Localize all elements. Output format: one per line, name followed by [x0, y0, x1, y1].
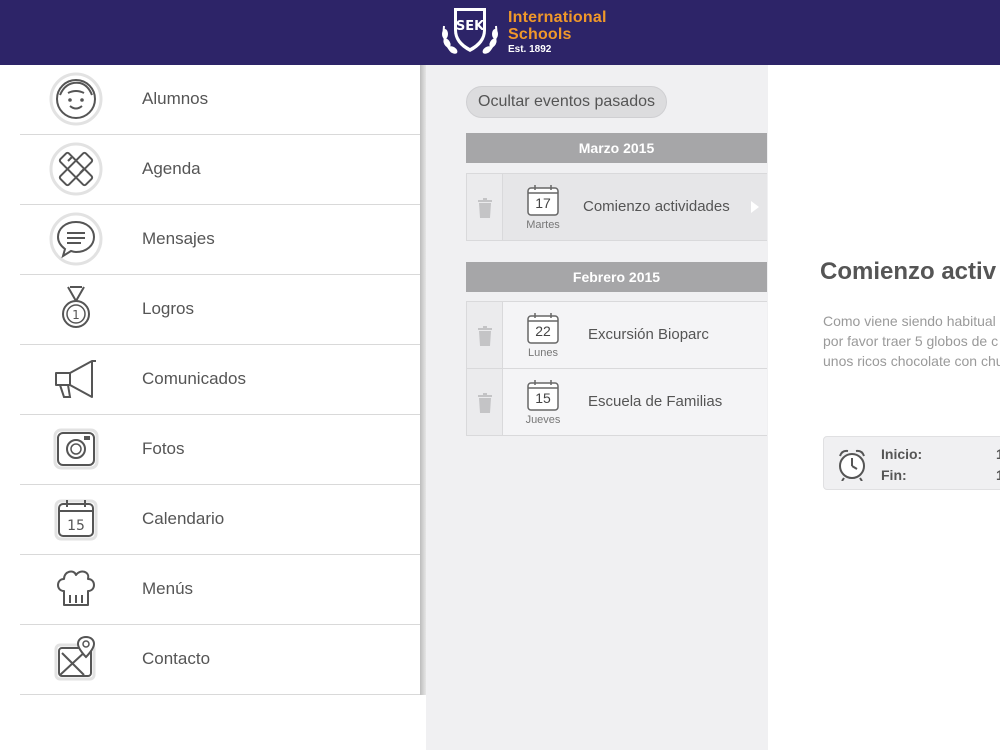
event-detail-title: Comienzo activ	[820, 258, 997, 285]
sidebar-item-agenda[interactable]: Agenda	[20, 135, 424, 205]
sidebar-item-label: Agenda	[142, 159, 201, 178]
sidebar-item-alumnos[interactable]: Alumnos	[20, 65, 424, 135]
trash-icon	[478, 393, 492, 413]
calendar-icon: 15	[54, 499, 98, 541]
sidebar-item-label: Alumnos	[142, 89, 209, 108]
month-header-marzo: Marzo 2015	[466, 133, 767, 163]
event-title: Comienzo actividades	[583, 198, 730, 215]
svg-text:SEK: SEK	[456, 19, 485, 34]
shield-laurel-icon: SEK	[442, 8, 498, 54]
description-line: unos ricos chocolate con chu	[823, 353, 1000, 369]
megaphone-icon	[55, 360, 96, 398]
sidebar-item-label: Contacto	[142, 649, 211, 668]
svg-text:15: 15	[67, 518, 85, 534]
event-time-box: Inicio: 1 Fin: 1	[823, 436, 1000, 490]
event-row-comienzo-actividades[interactable]: 17 Martes Comienzo actividades	[466, 173, 767, 241]
medal-icon: 1	[62, 286, 90, 328]
sidebar-item-label: Mensajes	[142, 229, 215, 248]
chevron-right-icon	[751, 201, 759, 213]
sidebar-item-label: Fotos	[142, 439, 185, 458]
event-weekday: Lunes	[528, 347, 558, 359]
event-row-excursion-bioparc[interactable]: 22 Lunes Excursión Bioparc	[466, 301, 767, 369]
chef-hat-icon	[57, 570, 95, 606]
event-detail-description: Como viene siendo habitual por favor tra…	[823, 311, 1000, 371]
hide-past-events-button[interactable]: Ocultar eventos pasados	[466, 86, 667, 118]
sidebar-item-label: Menús	[142, 579, 194, 598]
trash-icon	[478, 326, 492, 346]
event-day-number: 17	[535, 195, 551, 211]
description-line: Como viene siendo habitual	[823, 313, 996, 329]
sidebar-item-comunicados[interactable]: Comunicados	[20, 345, 424, 415]
end-label: Fin:	[881, 467, 907, 483]
sidebar-menu: Alumnos Agenda Mensajes 1 Logros Comunic…	[0, 65, 425, 750]
event-detail-pane: Comienzo activ Como viene siendo habitua…	[768, 65, 1000, 750]
sidebar-item-contacto[interactable]: Contacto	[20, 625, 424, 695]
description-line: por favor traer 5 globos de c	[823, 333, 999, 349]
logo-text-schools: Schools	[508, 26, 572, 43]
delete-cell[interactable]	[467, 174, 503, 240]
event-row-escuela-de-familias[interactable]: 15 Jueves Escuela de Familias	[466, 368, 767, 436]
sidebar-item-label: Logros	[142, 299, 194, 318]
events-list: Ocultar eventos pasados Marzo 2015 17 Ma…	[426, 65, 768, 750]
delete-cell[interactable]	[467, 302, 503, 368]
start-value: 1	[996, 446, 1000, 462]
sidebar-item-fotos[interactable]: Fotos	[20, 415, 424, 485]
event-title: Excursión Bioparc	[588, 326, 709, 343]
chat-bubble-icon	[49, 212, 103, 266]
student-face-icon	[49, 72, 103, 126]
event-day-number: 22	[535, 323, 551, 339]
sidebar-item-menus[interactable]: Menús	[20, 555, 424, 625]
sidebar-item-label: Calendario	[142, 509, 225, 528]
sidebar-item-label: Comunicados	[142, 369, 246, 388]
logo-text-international: International	[508, 9, 607, 26]
event-weekday: Jueves	[525, 414, 561, 426]
month-header-febrero: Febrero 2015	[466, 262, 767, 292]
sidebar-item-logros[interactable]: 1 Logros	[20, 275, 424, 345]
trash-icon	[478, 198, 492, 218]
camera-icon	[53, 428, 99, 470]
start-label: Inicio:	[881, 446, 923, 462]
pencil-ruler-icon	[49, 142, 103, 196]
map-pin-icon	[54, 635, 96, 681]
sidebar-item-calendario[interactable]: 15 Calendario	[20, 485, 424, 555]
sek-logo: SEK International Schools Est. 1892	[438, 4, 618, 62]
event-title: Escuela de Familias	[588, 393, 723, 410]
event-day-number: 15	[535, 390, 551, 406]
app-header: SEK International Schools Est. 1892	[0, 0, 1000, 65]
svg-text:1: 1	[72, 308, 80, 322]
event-weekday: Martes	[526, 219, 560, 231]
alarm-clock-icon	[839, 449, 865, 481]
logo-text-est: Est. 1892	[508, 44, 552, 55]
delete-cell[interactable]	[467, 369, 503, 435]
sidebar-item-mensajes[interactable]: Mensajes	[20, 205, 424, 275]
end-value: 1	[996, 467, 1000, 483]
